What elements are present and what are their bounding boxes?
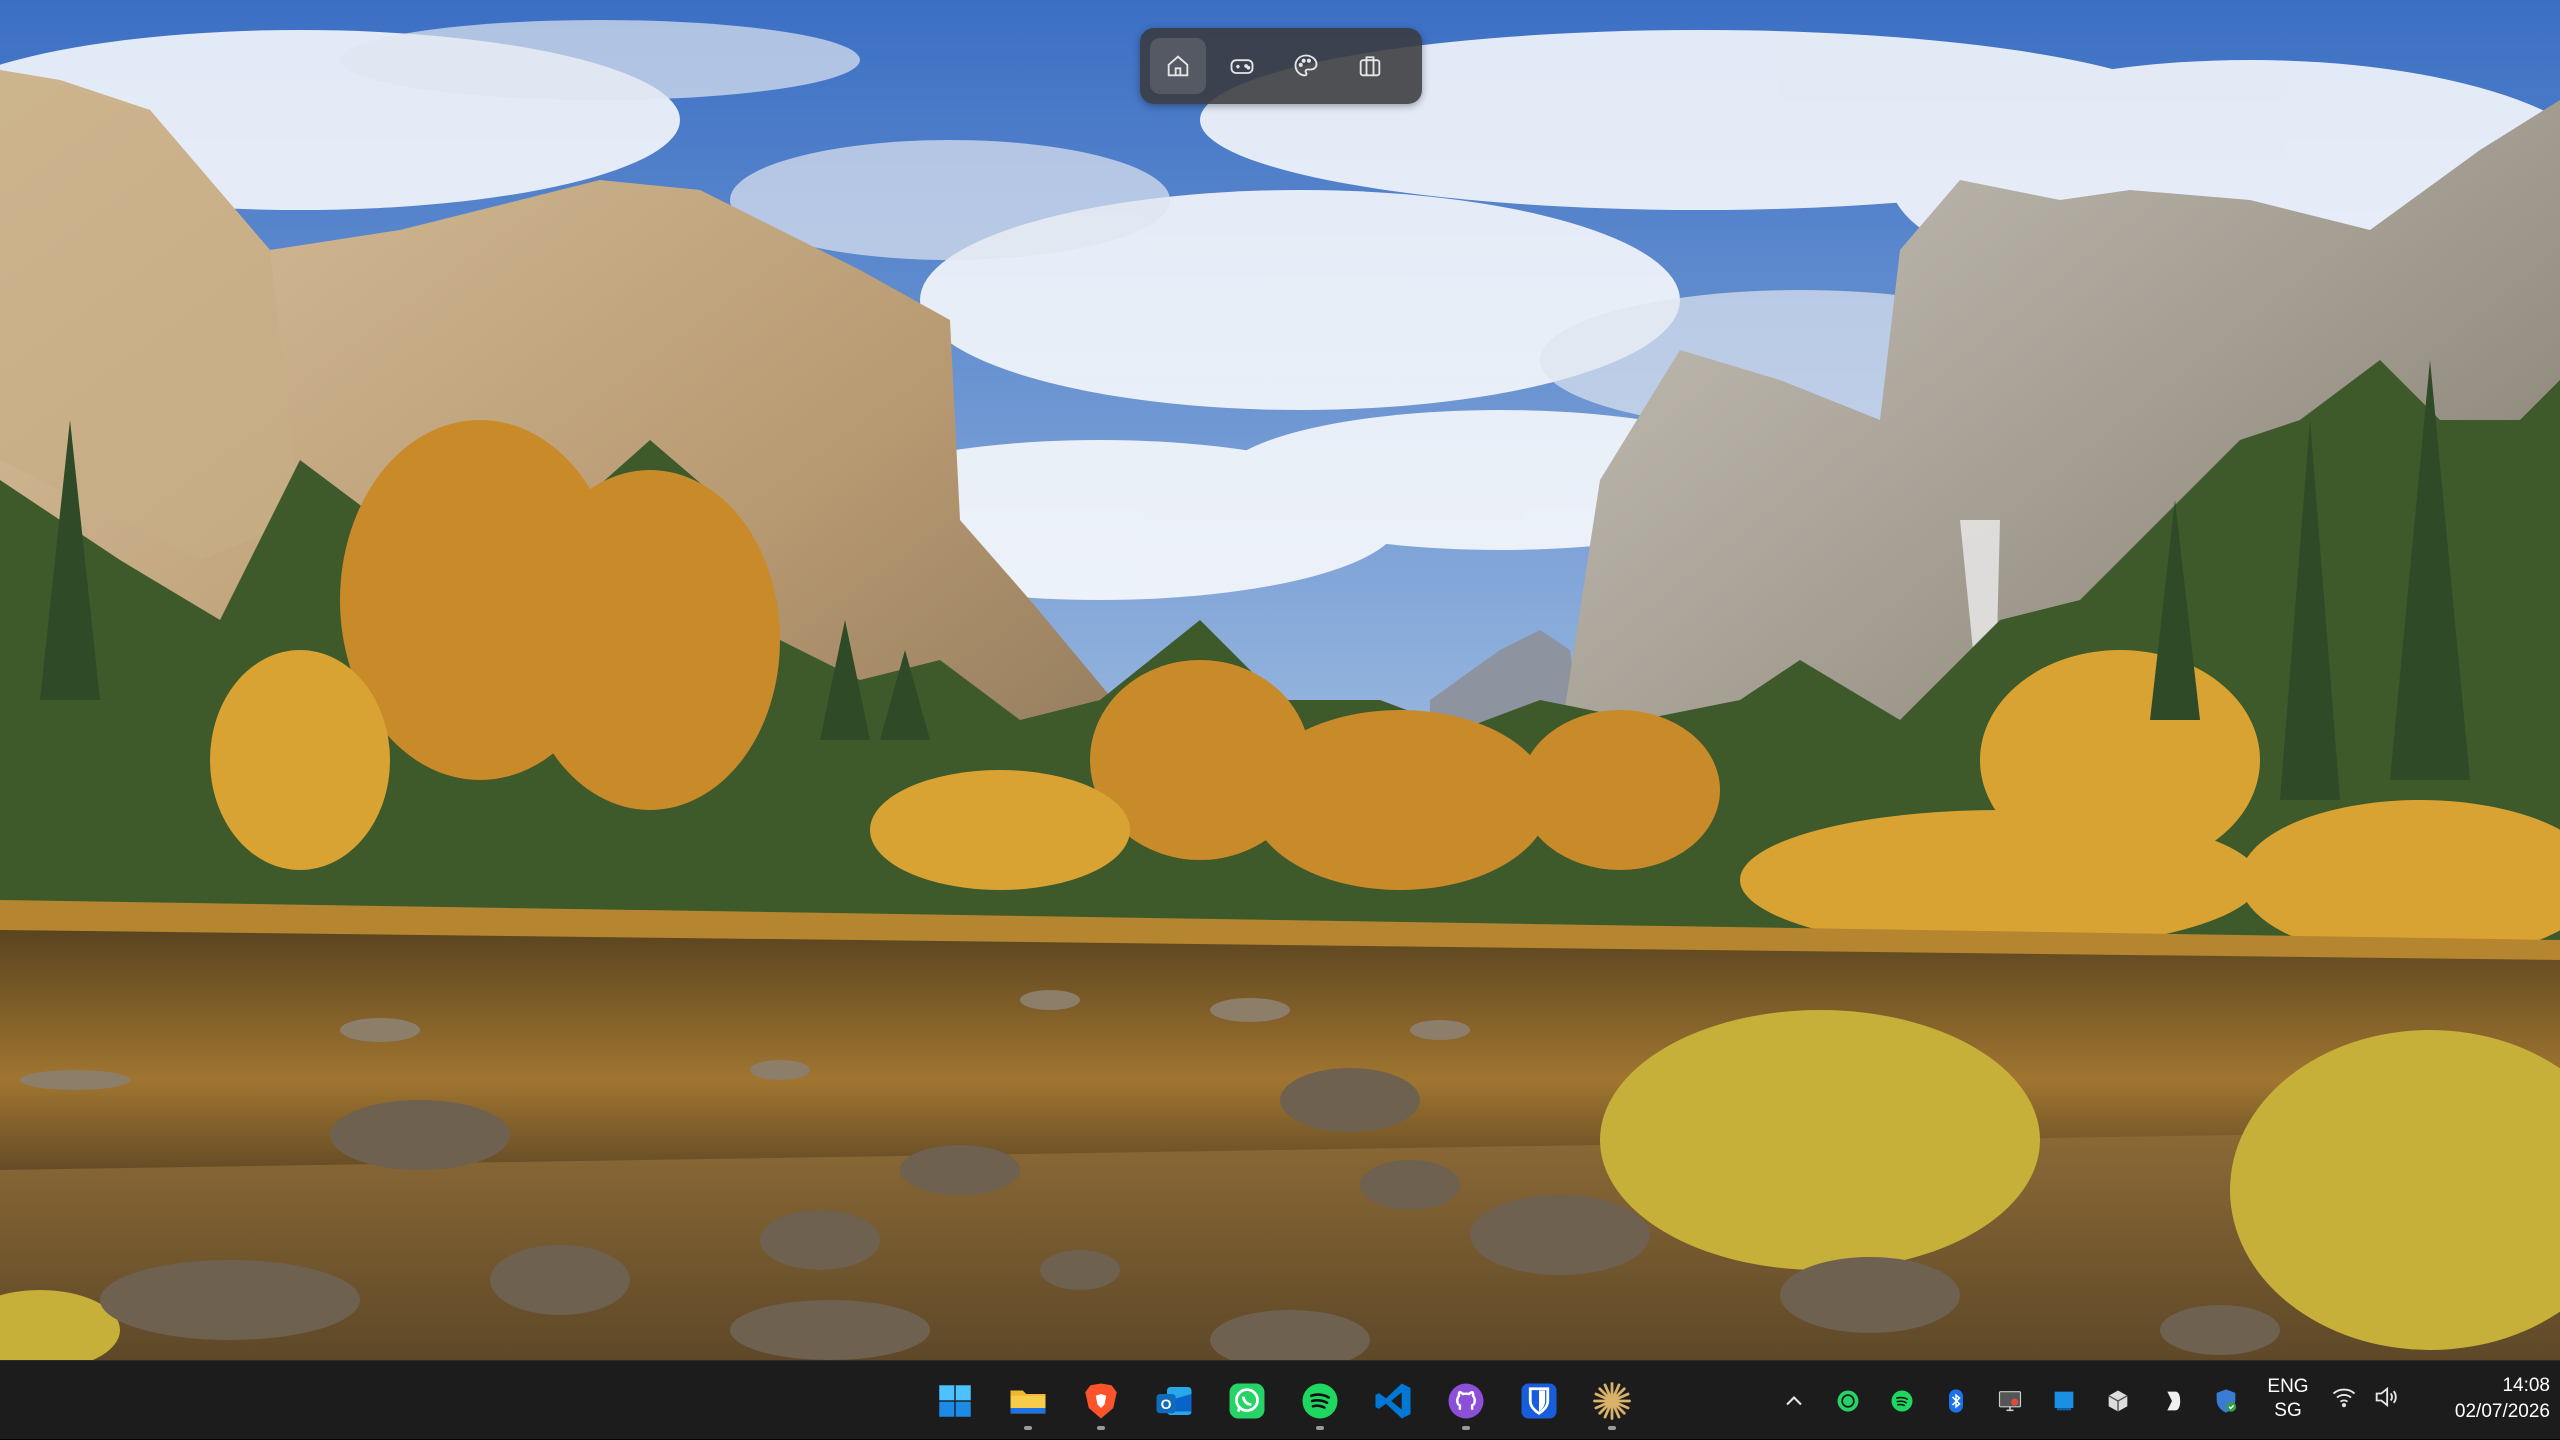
chevron-up-icon [1786,1395,1802,1405]
running-indicator [1024,1425,1032,1430]
quick-settings[interactable] [2330,1383,2400,1411]
tray-monitor-app[interactable] [1986,1377,2034,1425]
windows-square-tray-icon [2054,1391,2074,1410]
running-indicator [1462,1425,1470,1430]
tray-windows-security[interactable] [2202,1377,2250,1425]
taskbar-file-explorer[interactable] [997,1369,1059,1433]
desktop-switcher [1140,28,1422,104]
whatsapp-icon [1229,1383,1265,1418]
tray-app-bracket[interactable] [2148,1377,2196,1425]
brave-icon [1085,1383,1117,1418]
bitwarden-icon [1521,1383,1557,1418]
desktop-home-button[interactable] [1150,38,1206,94]
taskbar-spotify[interactable] [1289,1369,1351,1433]
starburst-icon [1593,1381,1631,1420]
home-icon [1167,55,1189,77]
input-language-indicator[interactable]: ENG SG [2260,1375,2316,1423]
svg-text:O: O [1161,1395,1172,1411]
monitor-tray-icon [1998,1390,2022,1411]
defender-tray-icon [2216,1388,2237,1413]
tray-bluetooth[interactable] [1932,1377,1980,1425]
show-hidden-icons-button[interactable] [1770,1377,1818,1425]
vscode-icon [1375,1383,1411,1418]
spotify-icon [1302,1383,1338,1418]
desktop-work-button[interactable] [1342,38,1398,94]
start-button[interactable] [924,1369,986,1433]
briefcase-icon [1359,56,1381,77]
taskbar-github-desktop[interactable] [1435,1369,1497,1433]
tray-whatsapp[interactable] [1824,1377,1872,1425]
speaker-icon [2375,1386,2397,1408]
tray-spotify[interactable] [1878,1377,1926,1425]
desktop-wallpaper [0,0,2560,1360]
region-code: SG [2274,1400,2302,1421]
taskbar: O ENG SG 14:08 02/07/2026 [0,1360,2560,1439]
tray-app-cube[interactable] [2094,1377,2142,1425]
taskbar-brave[interactable] [1070,1369,1132,1433]
running-indicator [1316,1425,1324,1430]
gamepad-icon [1230,59,1254,74]
desktop-gaming-button[interactable] [1214,38,1270,94]
language-code: ENG [2267,1376,2309,1397]
bracket-tray-icon [2167,1391,2181,1410]
taskbar-vscode[interactable] [1362,1369,1424,1433]
wifi-icon [2332,1388,2356,1408]
taskbar-clock[interactable]: 14:08 02/07/2026 [2400,1373,2550,1425]
taskbar-whatsapp[interactable] [1216,1369,1278,1433]
taskbar-apps: O [924,1361,1643,1440]
system-tray [1770,1361,2250,1440]
desktop-creative-button[interactable] [1278,38,1334,94]
clock-time: 14:08 [2502,1375,2550,1396]
clock-date: 02/07/2026 [2454,1401,2550,1422]
outlook-icon: O [1156,1386,1192,1415]
tray-app-blue-square[interactable] [2040,1377,2088,1425]
taskbar-starburst-app[interactable] [1581,1369,1643,1433]
whatsapp-tray-icon [1837,1390,1859,1411]
palette-icon [1294,54,1318,77]
bluetooth-icon [1949,1388,1963,1413]
github-icon [1448,1383,1484,1418]
taskbar-outlook[interactable]: O [1143,1369,1205,1433]
running-indicator [1097,1425,1105,1430]
spotify-tray-icon [1891,1390,1913,1411]
folder-icon [1010,1390,1046,1413]
windows-logo-icon [939,1384,971,1417]
cube-tray-icon [2108,1390,2128,1411]
running-indicator [1608,1425,1616,1430]
taskbar-bitwarden[interactable] [1508,1369,1570,1433]
